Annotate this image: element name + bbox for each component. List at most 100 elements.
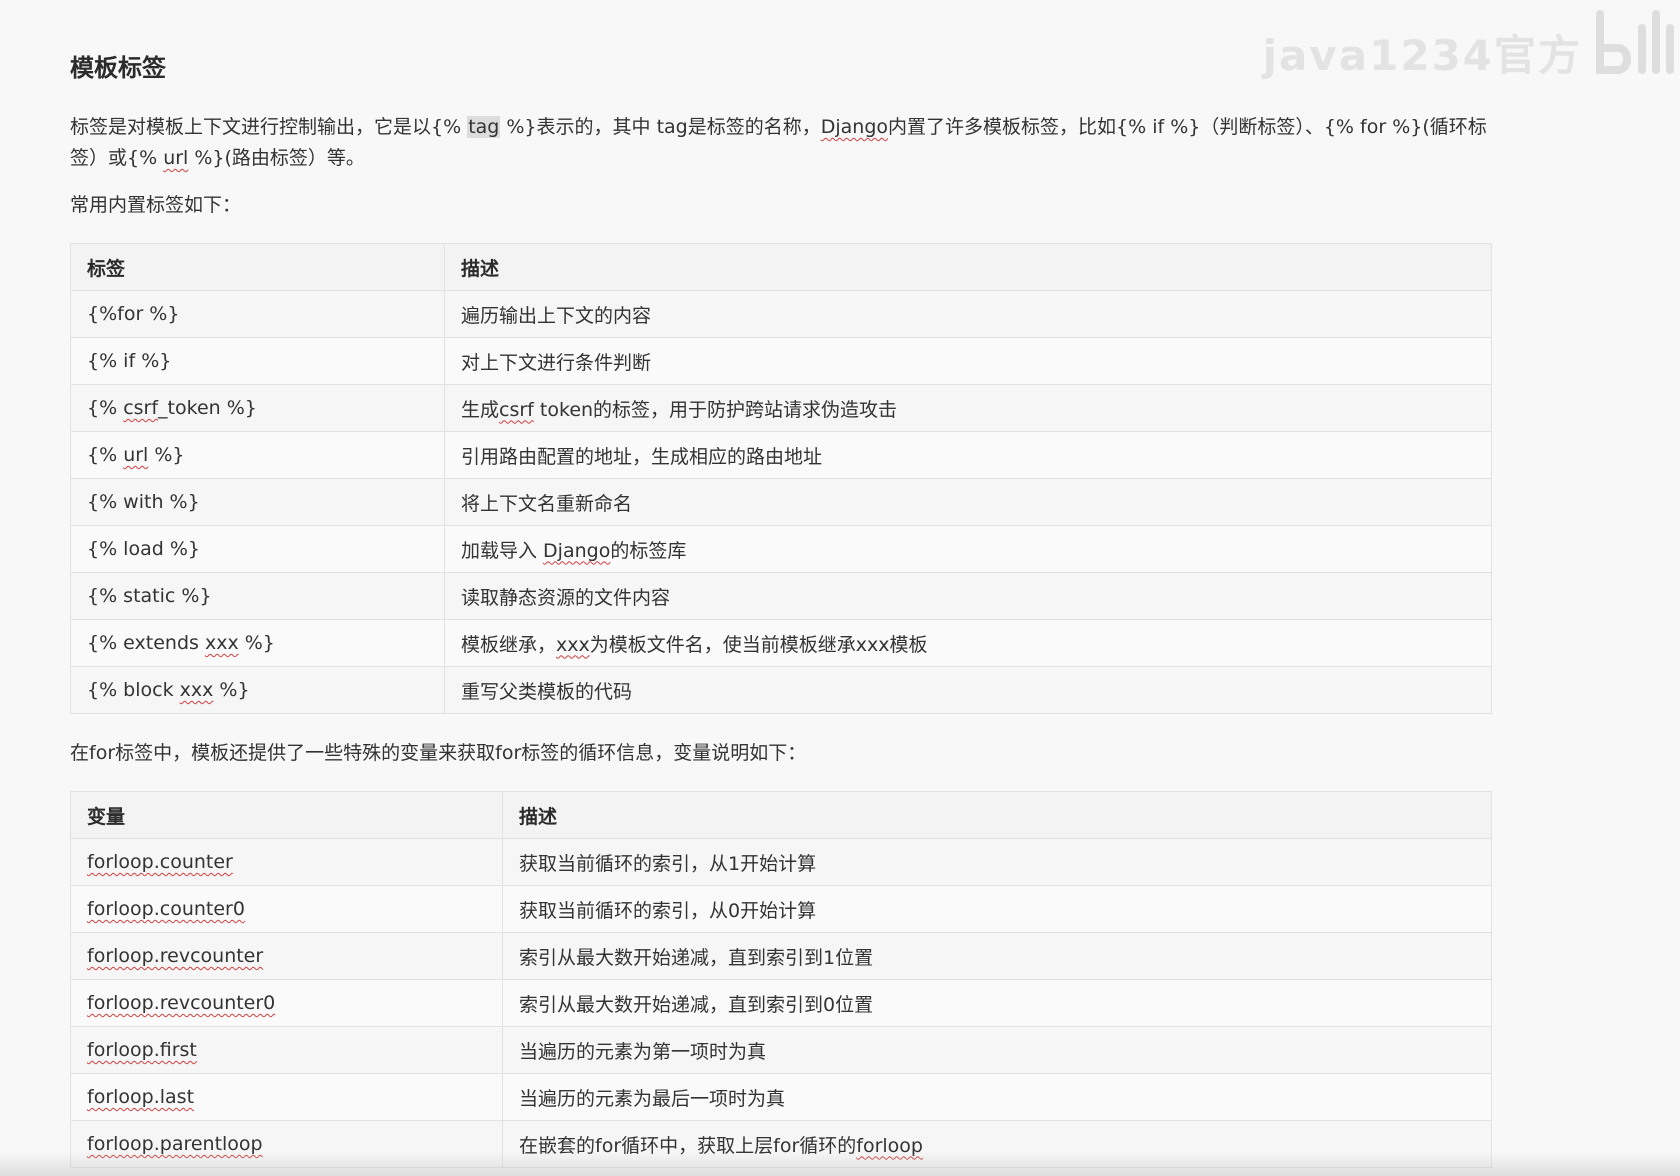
description-cell: 获取当前循环的索引，从0开始计算 [502, 885, 1492, 933]
description-text: 的标签库 [610, 539, 687, 562]
document-body: 模板标签 标签是对模板上下文进行控制输出，它是以{% tag %}表示的，其中 … [70, 50, 1492, 1168]
description-cell: 加载导入 Django的标签库 [444, 525, 1492, 573]
description-text: 读取静态资源的文件内容 [461, 586, 671, 609]
tag-text: {%for %} [87, 303, 180, 325]
tag-cell: {%for %} [70, 290, 445, 338]
variable-name[interactable]: forloop.last [87, 1086, 194, 1108]
intro-text-4: %}(路由标签）等。 [188, 147, 365, 169]
intro-text-2: %}表示的，其中 tag是标签的名称， [500, 116, 821, 138]
tag-text: {% load %} [87, 538, 200, 560]
builtin-tags-table: 标签 描述 {%for %} 遍历输出上下文的内容 {% if %} 对上下文进行条件… [70, 243, 1492, 714]
description-text: 引用路由配置的地址，生成相应的路由地址 [461, 445, 823, 468]
table-row: {% url %} 引用路由配置的地址，生成相应的路由地址 [70, 431, 1492, 479]
description-text: token的标签，用于防护跨站请求伪造攻击 [533, 398, 898, 421]
description-cell: 索引从最大数开始递减，直到索引到1位置 [502, 932, 1492, 980]
table2-caption: 在for标签中，模板还提供了一些特殊的变量来获取for标签的循环信息，变量说明如… [70, 742, 807, 764]
spellcheck-word[interactable]: Django [821, 116, 888, 138]
page-title: 模板标签 [70, 54, 166, 82]
description-text: 获取当前循环的索引，从1开始计算 [519, 852, 817, 875]
description-text: 重写父类模板的代码 [461, 680, 633, 703]
table-row: {%for %} 遍历输出上下文的内容 [70, 290, 1492, 338]
description-text: 加载导入 [461, 539, 544, 562]
table-header-row: 标签 描述 [70, 243, 1492, 291]
spellcheck-word[interactable]: url [123, 444, 148, 466]
table-row: forloop.revcounter 索引从最大数开始递减，直到索引到1位置 [70, 932, 1492, 980]
table-header-cell: 变量 [70, 791, 503, 839]
description-text: 模板继承， [461, 633, 557, 656]
description-cell: 生成csrf token的标签，用于防护跨站请求伪造攻击 [444, 384, 1492, 432]
table-row: {% extends xxx %} 模板继承，xxx为模板文件名，使当前模板继承x… [70, 619, 1492, 667]
tag-cell: {% extends xxx %} [70, 619, 445, 667]
table-row: {% if %} 对上下文进行条件判断 [70, 337, 1492, 385]
description-cell: 当遍历的元素为第一项时为真 [502, 1026, 1492, 1074]
description-text: 索引从最大数开始递减，直到索引到1位置 [519, 946, 874, 969]
variable-name[interactable]: forloop.revcounter [87, 945, 263, 967]
description-cell: 遍历输出上下文的内容 [444, 290, 1492, 338]
description-cell: 引用路由配置的地址，生成相应的路由地址 [444, 431, 1492, 479]
tag-cell: {% if %} [70, 337, 445, 385]
description-text: 获取当前循环的索引，从0开始计算 [519, 899, 817, 922]
description-text: 为模板文件名，使当前模板继承xxx模板 [589, 633, 928, 656]
description-cell: 将上下文名重新命名 [444, 478, 1492, 526]
variable-name[interactable]: forloop.first [87, 1039, 197, 1061]
tag-text: _token %} [158, 397, 257, 419]
spellcheck-word[interactable]: csrf [123, 397, 158, 419]
table-row: forloop.revcounter0 索引从最大数开始递减，直到索引到0位置 [70, 979, 1492, 1027]
description-cell: 读取静态资源的文件内容 [444, 572, 1492, 620]
variable-name[interactable]: forloop.revcounter0 [87, 992, 275, 1014]
intro-paragraph: 标签是对模板上下文进行控制输出，它是以{% tag %}表示的，其中 tag是标… [70, 112, 1492, 174]
table-row: {% static %} 读取静态资源的文件内容 [70, 572, 1492, 620]
selected-text[interactable]: tag [467, 116, 501, 138]
tag-cell: {% csrf_token %} [70, 384, 445, 432]
variable-cell: forloop.counter0 [70, 885, 503, 933]
spellcheck-word[interactable]: xxx [180, 679, 214, 701]
tag-text: %} [238, 632, 275, 654]
intro-text-1: 标签是对模板上下文进行控制输出，它是以{% [70, 116, 468, 138]
tag-text: {% if %} [87, 350, 172, 372]
tag-text: {% [87, 444, 124, 466]
tag-cell: {% url %} [70, 431, 445, 479]
description-text: 索引从最大数开始递减，直到索引到0位置 [519, 993, 874, 1016]
spellcheck-word[interactable]: csrf [499, 399, 534, 421]
table-row: {% csrf_token %} 生成csrf token的标签，用于防护跨站请求… [70, 384, 1492, 432]
table-row: forloop.first 当遍历的元素为第一项时为真 [70, 1026, 1492, 1074]
table-row: {% load %} 加载导入 Django的标签库 [70, 525, 1492, 573]
tag-cell: {% block xxx %} [70, 666, 445, 714]
table-row: {% with %} 将上下文名重新命名 [70, 478, 1492, 526]
table-row: forloop.counter 获取当前循环的索引，从1开始计算 [70, 838, 1492, 886]
description-cell: 对上下文进行条件判断 [444, 337, 1492, 385]
bilibili-logo-icon [1596, 10, 1674, 74]
variable-cell: forloop.counter [70, 838, 503, 886]
tag-text: %} [148, 444, 185, 466]
table-header-cell: 标签 [70, 243, 445, 291]
description-text: 遍历输出上下文的内容 [461, 304, 652, 327]
description-cell: 当遍历的元素为最后一项时为真 [502, 1073, 1492, 1121]
table1-caption: 常用内置标签如下： [70, 194, 242, 216]
tag-text: {% extends [87, 632, 205, 654]
table-header-row: 变量 描述 [70, 791, 1492, 839]
description-cell: 模板继承，xxx为模板文件名，使当前模板继承xxx模板 [444, 619, 1492, 667]
variable-name[interactable]: forloop.counter [87, 851, 233, 873]
spellcheck-word[interactable]: xxx [556, 634, 590, 656]
description-cell: 获取当前循环的索引，从1开始计算 [502, 838, 1492, 886]
spellcheck-word[interactable]: xxx [205, 632, 239, 654]
tag-text: %} [213, 679, 250, 701]
description-text: 生成 [461, 398, 500, 421]
variable-name[interactable]: forloop.counter0 [87, 898, 245, 920]
tag-text: {% block [87, 679, 180, 701]
tag-cell: {% load %} [70, 525, 445, 573]
spellcheck-word[interactable]: Django [543, 540, 610, 562]
tag-text: {% with %} [87, 491, 200, 513]
table-header-cell: 描述 [502, 791, 1492, 839]
table-row: {% block xxx %} 重写父类模板的代码 [70, 666, 1492, 714]
spellcheck-word[interactable]: url [163, 147, 188, 169]
table-row: forloop.last 当遍历的元素为最后一项时为真 [70, 1073, 1492, 1121]
description-text: 当遍历的元素为最后一项时为真 [519, 1087, 786, 1110]
tag-text: {% static %} [87, 585, 212, 607]
description-text: 对上下文进行条件判断 [461, 351, 652, 374]
description-text: 当遍历的元素为第一项时为真 [519, 1040, 767, 1063]
bottom-shadow [0, 1152, 1680, 1176]
forloop-variables-table: 变量 描述 forloop.counter 获取当前循环的索引，从1开始计算 for… [70, 791, 1492, 1168]
table-header-cell: 描述 [444, 243, 1492, 291]
tag-text: {% [87, 397, 124, 419]
